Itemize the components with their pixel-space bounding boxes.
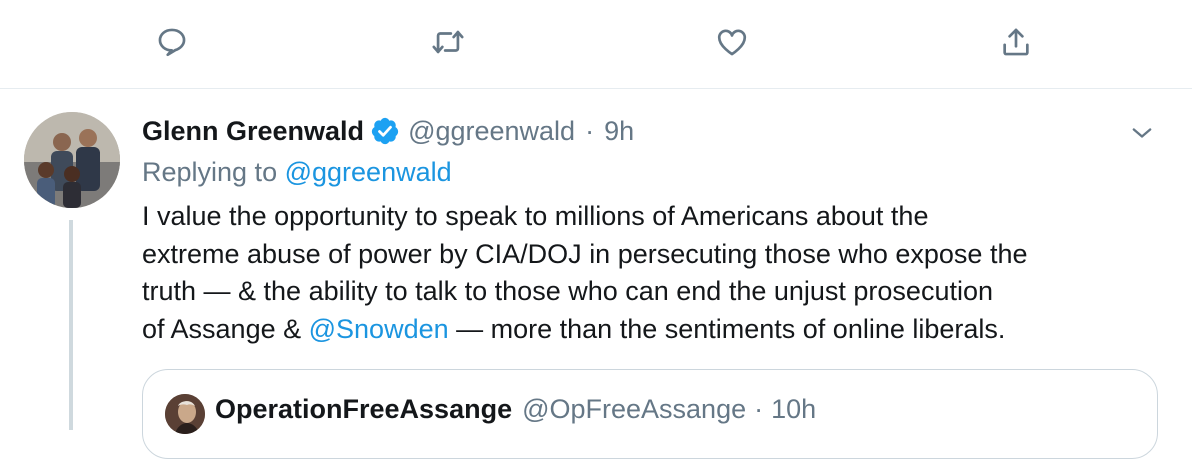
quoted-tweet-header: OperationFreeAssange @OpFreeAssange · 10… <box>215 394 816 425</box>
quoted-author-handle[interactable]: @OpFreeAssange <box>522 394 746 425</box>
retweet-button[interactable] <box>424 18 472 66</box>
author-name[interactable]: Glenn Greenwald <box>142 116 364 147</box>
tweet-text-line: truth — & the ability to talk to those w… <box>142 276 994 306</box>
quoted-separator-dot: · <box>754 394 764 424</box>
quoted-timestamp[interactable]: 10h <box>771 394 816 425</box>
tweet-action-bar <box>0 0 1192 88</box>
thread-line <box>69 220 73 430</box>
tweet-text-line: of Assange & @Snowden — more than the se… <box>142 311 1172 349</box>
snowden-mention-link[interactable]: @Snowden <box>309 314 449 344</box>
share-icon <box>1003 28 1029 56</box>
quoted-avatar-photo <box>165 394 205 434</box>
tweet-text-segment: of Assange & <box>142 313 309 344</box>
avatar-photo <box>24 112 120 208</box>
timestamp[interactable]: 9h <box>604 116 634 147</box>
quoted-author-name[interactable]: OperationFreeAssange <box>215 394 512 425</box>
reply-button[interactable] <box>148 18 196 66</box>
separator-dot: · <box>585 115 595 146</box>
replying-to: Replying to @ggreenwald <box>142 157 452 188</box>
reply-icon <box>158 28 186 57</box>
quoted-avatar[interactable] <box>165 394 205 434</box>
tweet[interactable]: Glenn Greenwald @ggreenwald · 9h Replyin… <box>0 89 1192 459</box>
replying-to-handle-link[interactable]: @ggreenwald <box>285 157 452 187</box>
replying-to-label: Replying to <box>142 157 278 187</box>
tweet-text-line: I value the opportunity to speak to mill… <box>142 201 929 231</box>
heart-icon <box>717 29 747 56</box>
chevron-down-icon <box>1132 128 1152 138</box>
more-options-button[interactable] <box>1126 117 1158 149</box>
like-button[interactable] <box>708 18 756 66</box>
tweet-header: Glenn Greenwald @ggreenwald · 9h <box>142 113 634 149</box>
tweet-text: I value the opportunity to speak to mill… <box>142 198 1172 348</box>
tweet-text-line: extreme abuse of power by CIA/DOJ in per… <box>142 238 1028 269</box>
tweet-text-segment: — more than the sentiments of online lib… <box>448 313 1006 344</box>
author-handle[interactable]: @ggreenwald <box>408 116 575 147</box>
share-button[interactable] <box>992 18 1040 66</box>
quoted-tweet[interactable]: OperationFreeAssange @OpFreeAssange · 10… <box>142 369 1158 459</box>
retweet-icon <box>432 30 464 54</box>
verified-badge-icon <box>371 117 399 145</box>
avatar[interactable] <box>24 112 120 208</box>
